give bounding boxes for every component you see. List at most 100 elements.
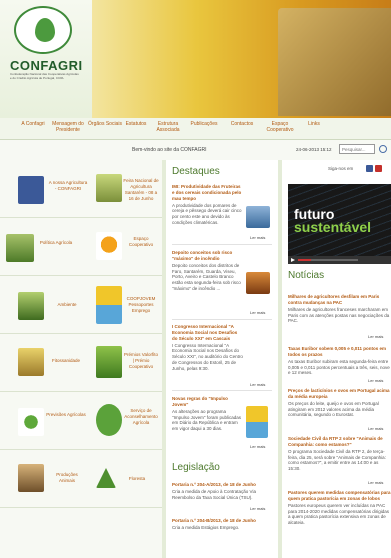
news-body: Milhares de agricultores franceses march…	[288, 306, 390, 324]
destaque-article: IMI: Produtividade das Fruteiras e dos c…	[172, 184, 244, 226]
espaco-cooperativo-icon[interactable]	[96, 232, 122, 260]
read-more-link[interactable]: Ler mais	[250, 235, 265, 240]
nav-item-links[interactable]: Links	[302, 121, 326, 127]
impulso-jovem-icon[interactable]	[96, 286, 122, 324]
news-title[interactable]: Taxas Euribor sobem 0,005 e 0,011 pontos…	[288, 346, 391, 358]
right-column: Siga-nos em futuro sustentável Notícias …	[282, 160, 391, 558]
nav-item-contactos[interactable]: Contactos	[226, 121, 258, 127]
fitossanidade-photo-icon[interactable]	[18, 348, 44, 376]
news-item: Pastores querem medidas compensatórias p…	[288, 490, 391, 526]
legislacao-item-title[interactable]: Portaria n.º 204-A/2013, de 18 de Junho	[172, 482, 272, 488]
link-ambiente[interactable]: Ambiente	[52, 302, 82, 308]
read-more-link[interactable]: Ler mais	[250, 444, 265, 449]
search-input[interactable]	[339, 144, 375, 154]
header-banner	[92, 0, 391, 118]
legislacao-item-title[interactable]: Portaria n.º 204-B/2013, de 18 de Junho	[172, 518, 272, 524]
ambiente-photo-icon[interactable]	[18, 292, 44, 320]
read-more-link[interactable]: Ler mais	[368, 378, 383, 383]
news-item: Sociedade Civil da RTP 2 sobre "Animais …	[288, 436, 391, 472]
news-title[interactable]: Milhares de agricultores desfilam em Par…	[288, 294, 391, 306]
link-feira-nacional[interactable]: Feira Nacional de Agricultura Santarém -…	[122, 178, 160, 201]
news-title[interactable]: Preços de lacticínios e ovos em Portugal…	[288, 388, 391, 400]
read-more-link[interactable]: Ler mais	[250, 382, 265, 387]
field-photo-icon[interactable]	[6, 234, 34, 262]
legislacao-item-body: Cria a medida Estágios Emprego.	[172, 524, 240, 530]
left-row: Previsões Agrícolas Serviço de Aconselha…	[0, 392, 162, 450]
link-aconselhamento[interactable]: Serviço de Aconselhamento Agrícola	[124, 408, 158, 426]
news-item: Milhares de agricultores desfilam em Par…	[288, 294, 391, 324]
youtube-icon[interactable]	[375, 165, 382, 172]
video-title-line-2: sustentável	[294, 219, 372, 236]
legislacao-item: Portaria n.º 204-B/2013, de 18 de Junho …	[172, 518, 272, 531]
animais-photo-icon[interactable]	[18, 464, 44, 492]
read-more-link[interactable]: Ler mais	[250, 310, 265, 315]
nav-item-orgaos[interactable]: Órgãos Sociais	[88, 121, 122, 127]
logo-emblem[interactable]	[14, 6, 72, 54]
tree-icon[interactable]	[96, 468, 116, 488]
video-player[interactable]: futuro sustentável	[288, 184, 391, 264]
link-nossa-agricultura[interactable]: A nossa Agricultura - CONFAGRI	[48, 180, 88, 192]
article-title[interactable]: I Congresso Internacional "A Economia So…	[172, 324, 244, 342]
article-body: As alterações ao programa "Impulso Jovem…	[172, 408, 241, 432]
link-fitossanidade[interactable]: Fitossanidade	[46, 358, 86, 364]
search-icon[interactable]	[379, 145, 387, 153]
divider	[172, 390, 272, 391]
facebook-icon[interactable]	[18, 176, 44, 204]
article-title[interactable]: Novas regras do "Impulso Jovem"	[172, 396, 244, 408]
saa-icon[interactable]	[96, 404, 122, 436]
news-item: Preços de lacticínios e ovos em Portugal…	[288, 388, 391, 418]
news-body: As taxas Euribor subiram esta segunda-fe…	[288, 358, 390, 376]
feira-icon[interactable]	[96, 174, 122, 202]
video-title: futuro sustentável	[294, 207, 372, 236]
read-more-link[interactable]: Ler mais	[368, 334, 383, 339]
article-thumbnail[interactable]	[246, 406, 268, 438]
article-thumbnail[interactable]	[246, 206, 270, 228]
read-more-link[interactable]: Ler mais	[368, 426, 383, 431]
divider	[172, 244, 272, 245]
article-title[interactable]: Depoito conceitos sob risco "máximo" de …	[172, 250, 244, 262]
nav-item-estrutura[interactable]: Estrutura Associada	[152, 121, 184, 134]
left-row: Política Agrícola Espaço Cooperativo	[0, 218, 162, 276]
destaque-article: Novas regras do "Impulso Jovem" As alter…	[172, 396, 244, 432]
brand-name[interactable]: CONFAGRI	[10, 58, 83, 73]
nav-item-publicacoes[interactable]: Publicações	[184, 121, 224, 127]
article-title[interactable]: IMI: Produtividade das Fruteiras e dos c…	[172, 184, 244, 202]
read-more-link[interactable]: Ler mais	[368, 480, 383, 485]
left-row: A nossa Agricultura - CONFAGRI Feira Nac…	[0, 160, 162, 218]
left-row: Fitossanidade Prémios Valorfito | Prémio…	[0, 334, 162, 392]
welcome-text: Bem-vindo ao site da CONFAGRI	[132, 147, 207, 153]
destaque-article: I Congresso Internacional "A Economia So…	[172, 324, 244, 372]
link-premios[interactable]: Prémios Valorfito | Prémio Cooperativo	[124, 352, 158, 370]
video-progress-fill	[298, 259, 312, 261]
brand-subtitle: Confederação Nacional das Cooperativas A…	[10, 72, 79, 80]
nav-item-estatutos[interactable]: Estatutos	[122, 121, 150, 127]
news-title[interactable]: Sociedade Civil da RTP 2 sobre "Animais …	[288, 436, 391, 448]
divider	[172, 319, 272, 320]
link-previsoes[interactable]: Previsões Agrícolas	[46, 412, 86, 418]
valorfito-icon[interactable]	[96, 346, 122, 378]
nav-item-mensagem[interactable]: Mensagem do Presidente	[48, 121, 88, 134]
link-politica-agricola[interactable]: Política Agrícola	[36, 240, 76, 246]
previsoes-icon[interactable]	[18, 408, 44, 436]
nav-item-espaco[interactable]: Espaço Cooperativo	[262, 121, 298, 134]
video-controls	[288, 256, 391, 264]
destaque-article: Depoito conceitos sob risco "máximo" de …	[172, 250, 244, 292]
link-producoes-animais[interactable]: Produções Animais	[50, 472, 84, 484]
current-date: 24-06-2013 15:12	[296, 147, 332, 152]
follow-label: Siga-nos em	[328, 166, 354, 171]
video-progress-bar[interactable]	[298, 259, 358, 261]
left-row: Produções Animais Floresta	[0, 450, 162, 508]
article-body: Depoito conceitos dos distritos de Faro,…	[172, 262, 241, 292]
link-floresta[interactable]: Floresta	[122, 476, 152, 482]
read-more-link[interactable]: Ler mais	[250, 506, 265, 511]
welcome-bar: Bem-vindo ao site da CONFAGRI 24-06-2013…	[0, 140, 391, 160]
legislacao-title: Legislação	[172, 462, 220, 473]
nav-item-confagri[interactable]: A Confagri	[16, 121, 50, 127]
facebook-icon[interactable]	[366, 165, 373, 172]
play-icon[interactable]	[291, 258, 295, 262]
news-title[interactable]: Pastores querem medidas compensatórias p…	[288, 490, 391, 502]
legislacao-item-body: Cria a medida de Apoio à Contratação Via…	[172, 488, 256, 500]
link-espaco-cooperativo[interactable]: Espaço Cooperativo	[124, 236, 158, 248]
link-coopjovem[interactable]: COOPJOVEM Pessoportes Emprego	[124, 296, 158, 314]
article-thumbnail[interactable]	[246, 272, 270, 294]
